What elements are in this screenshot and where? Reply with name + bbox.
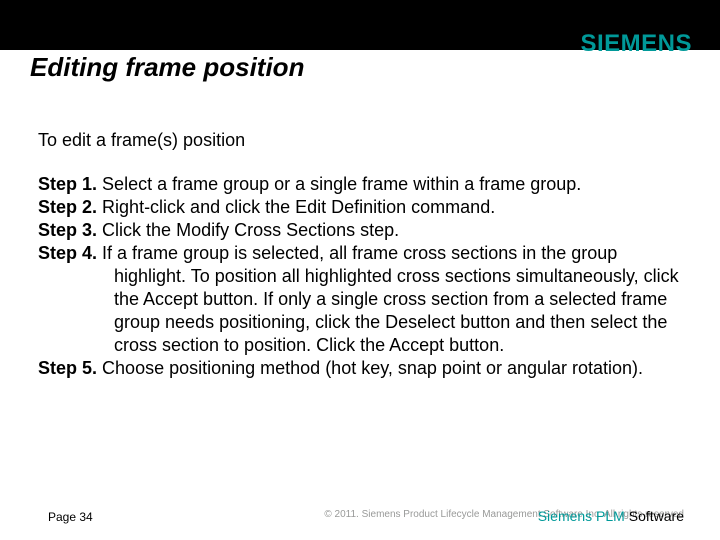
footer: © 2011. Siemens Product Lifecycle Manage… (0, 509, 720, 528)
body-content: To edit a frame(s) position Step 1. Sele… (38, 130, 682, 380)
step-text: Choose positioning method (hot key, snap… (102, 358, 643, 378)
step-label: Step 3. (38, 220, 97, 240)
step-text: Right-click and click the Edit Definitio… (102, 197, 495, 217)
brand-teal: Siemens PLM (538, 508, 629, 524)
step-label: Step 1. (38, 174, 97, 194)
brand-line: Siemens PLM Software (538, 508, 684, 524)
step-label: Step 2. (38, 197, 97, 217)
step-item: Step 3. Click the Modify Cross Sections … (38, 219, 682, 242)
step-item: Step 5. Choose positioning method (hot k… (38, 357, 682, 380)
page-title: Editing frame position (30, 52, 304, 83)
step-text: If a frame group is selected, all frame … (102, 243, 679, 355)
steps-list: Step 1. Select a frame group or a single… (38, 173, 682, 380)
siemens-logo: SIEMENS (580, 30, 692, 58)
step-text: Select a frame group or a single frame w… (102, 174, 581, 194)
step-item: Step 1. Select a frame group or a single… (38, 173, 682, 196)
step-item: Step 2. Right-click and click the Edit D… (38, 196, 682, 219)
step-item: Step 4. If a frame group is selected, al… (38, 242, 682, 357)
intro-text: To edit a frame(s) position (38, 130, 682, 151)
slide: SIEMENS Editing frame position To edit a… (0, 0, 720, 540)
brand-black: Software (629, 508, 684, 524)
step-label: Step 5. (38, 358, 97, 378)
step-label: Step 4. (38, 243, 97, 263)
page-number: Page 34 (48, 510, 93, 524)
step-text: Click the Modify Cross Sections step. (102, 220, 399, 240)
